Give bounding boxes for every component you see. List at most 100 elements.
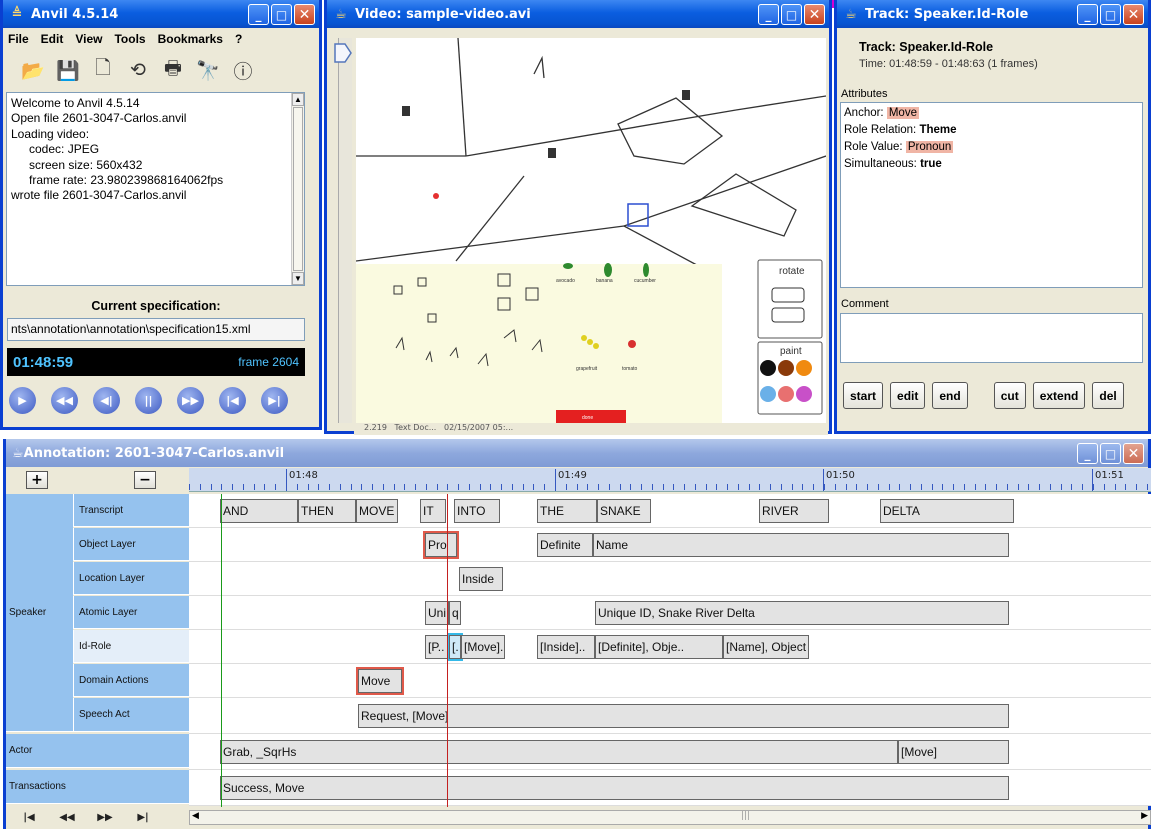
track-label-id-role[interactable]: Id-Role [73,630,189,663]
segment[interactable]: THE [537,499,597,523]
step-back-icon[interactable]: ◀| [93,387,120,414]
track-label-location-layer[interactable]: Location Layer [73,562,189,595]
attributes-box[interactable]: Anchor: Move Role Relation: Theme Role V… [840,102,1143,288]
open-folder-icon[interactable]: 📂 [21,58,45,82]
refresh-icon[interactable]: ⟲ [126,58,150,82]
start-button[interactable]: start [843,382,884,409]
segment[interactable]: [Move].. [461,635,505,659]
zoom-in-button[interactable]: + [26,471,48,489]
segment[interactable]: Success, Move [220,776,1009,800]
segment[interactable]: Uni [425,601,449,625]
track-label-domain-actions[interactable]: Domain Actions [73,664,189,697]
segment[interactable]: Name [593,533,1009,557]
track-titlebar[interactable]: ☕ Track: Speaker.Id-Role _ □ ✕ [837,0,1148,28]
pause-icon[interactable]: || [135,387,162,414]
segment[interactable]: Inside [459,567,503,591]
previous-icon[interactable]: ◀◀ [52,809,82,825]
track-row[interactable] [189,562,1151,596]
menu-view[interactable]: View [75,32,102,46]
video-slider-thumb[interactable] [333,42,353,64]
close-button[interactable]: ✕ [1123,443,1144,464]
segment[interactable]: THEN [298,499,356,523]
segment[interactable]: Unique ID, Snake River Delta [595,601,1009,625]
cut-button[interactable]: cut [993,382,1026,409]
segment[interactable]: [P.. [425,635,449,659]
group-transactions[interactable]: Transactions [6,770,189,804]
video-titlebar[interactable]: ☕ Video: sample-video.avi _ □ ✕ [327,0,829,28]
segment[interactable]: [Name], Object Re.. [723,635,809,659]
minimize-button[interactable]: _ [1077,4,1098,25]
video-slider-track[interactable] [338,38,352,423]
close-button[interactable]: ✕ [294,4,315,25]
maximize-button[interactable]: □ [781,4,802,25]
new-file-icon[interactable]: 🗋 [91,57,115,82]
segment[interactable]: Request, [Move] [358,704,1009,728]
scroll-thumb-grip[interactable]: ||| [741,811,750,821]
segment-selected[interactable]: [. [447,633,463,661]
video-frame[interactable]: rotate paint avocado banana cucumber gra… [355,37,827,423]
scroll-right-icon[interactable]: ▶ [1141,811,1148,821]
track-label-object-layer[interactable]: Object Layer [73,528,189,561]
menu-edit[interactable]: Edit [41,32,64,46]
menu-tools[interactable]: Tools [114,32,145,46]
prev-mark-icon[interactable]: |◀ [219,387,246,414]
track-row[interactable] [189,664,1151,698]
segment[interactable]: Grab, _SqrHs [220,740,898,764]
segment[interactable]: SNAKE [597,499,651,523]
segment[interactable]: DELTA [880,499,1014,523]
maximize-button[interactable]: □ [1100,4,1121,25]
menu-file[interactable]: File [8,32,29,46]
close-button[interactable]: ✕ [1123,4,1144,25]
print-icon[interactable]: 🖶 [161,57,185,82]
scroll-down-icon[interactable]: ▼ [292,272,304,285]
minimize-button[interactable]: _ [248,4,269,25]
segment[interactable]: IT [420,499,446,523]
track-label-speech-act[interactable]: Speech Act [73,698,189,732]
track-label-transcript[interactable]: Transcript [73,494,189,527]
comment-input[interactable] [840,313,1143,363]
log-scrollbar[interactable]: ▲ ▼ [291,93,304,285]
group-actor[interactable]: Actor [6,734,189,768]
minimize-button[interactable]: _ [758,4,779,25]
close-button[interactable]: ✕ [804,4,825,25]
maximize-button[interactable]: □ [1100,443,1121,464]
segment[interactable]: RIVER [759,499,829,523]
segment[interactable]: Definite [537,533,593,557]
edit-button[interactable]: edit [890,382,926,409]
horizontal-scrollbar[interactable]: ◀ ||| ▶ [189,810,1151,825]
zoom-out-button[interactable]: − [134,471,156,489]
info-icon[interactable]: ⓘ [231,58,255,83]
scroll-thumb[interactable] [293,107,303,271]
segment[interactable]: Pro [423,531,459,559]
segment[interactable]: [Definite], Obje.. [595,635,723,659]
extend-button[interactable]: extend [1032,382,1086,409]
next-icon[interactable]: ▶▶ [90,809,120,825]
segment[interactable]: [Move] [898,740,1009,764]
segment[interactable]: MOVE [356,499,398,523]
fast-forward-icon[interactable]: ▶▶ [177,387,204,414]
save-icon[interactable]: 💾 [56,58,80,82]
segment[interactable]: INTO [454,499,500,523]
track-label-atomic-layer[interactable]: Atomic Layer [73,596,189,629]
end-button[interactable]: end [932,382,968,409]
menu-help[interactable]: ? [235,32,242,46]
time-ruler[interactable]: 01:48 01:49 01:50 01:51 [189,468,1151,492]
anvil-titlebar[interactable]: ≜ Anvil 4.5.14 _ □ ✕ [3,0,319,28]
minimize-button[interactable]: _ [1077,443,1098,464]
segment[interactable]: Move [356,667,404,695]
scroll-left-icon[interactable]: ◀ [192,811,199,821]
next-mark-icon[interactable]: ▶| [261,387,288,414]
last-icon[interactable]: ▶| [128,809,158,825]
rewind-icon[interactable]: ◀◀ [51,387,78,414]
delete-button[interactable]: del [1092,382,1124,409]
maximize-button[interactable]: □ [271,4,292,25]
segment[interactable]: [Inside].. [537,635,595,659]
play-icon[interactable]: ▶ [9,387,36,414]
spec-path-field[interactable]: nts\annotation\annotation\specification1… [7,318,305,341]
binoculars-icon[interactable]: 🔭 [196,58,220,82]
playhead-line[interactable] [447,494,448,807]
segment[interactable]: q [449,601,461,625]
first-icon[interactable]: |◀ [14,809,44,825]
segment[interactable]: AND [220,499,298,523]
log-textarea[interactable]: Welcome to Anvil 4.5.14 Open file 2601-3… [6,92,305,286]
